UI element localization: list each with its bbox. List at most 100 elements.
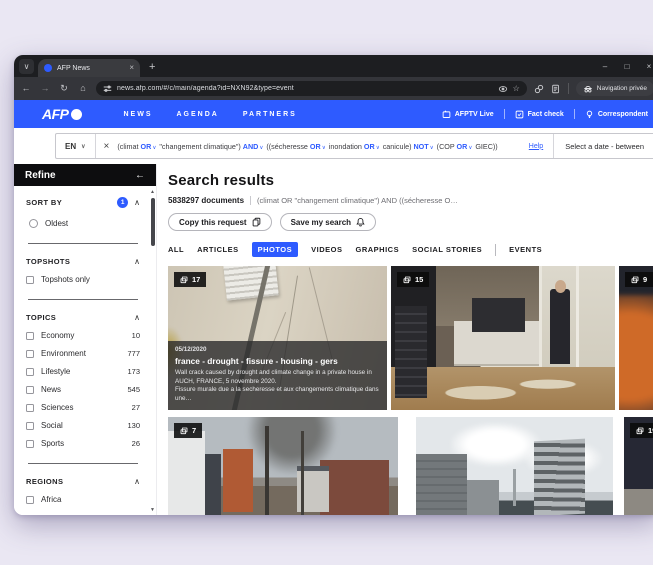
afp-logo[interactable]: AFP [42,106,82,122]
filter-topic-news[interactable]: News 545 [26,385,140,394]
checkbox-icon[interactable] [26,332,34,340]
filter-topshots-only[interactable]: Topshots only [26,275,140,284]
tab-all[interactable]: ALL [168,245,184,254]
photo-decoration [534,439,585,515]
chevron-up-icon[interactable]: ∧ [134,198,140,207]
save-search-button[interactable]: Save my search [280,213,377,231]
forward-icon[interactable]: → [39,84,51,93]
tab-graphics[interactable]: GRAPHICS [355,245,399,254]
filter-topic-economy[interactable]: Economy 10 [26,331,140,340]
radio-icon[interactable] [29,219,38,228]
photo-decoration [637,512,653,515]
nav-item-agenda[interactable]: AGENDA [177,111,219,118]
section-topshots[interactable]: TOPSHOTS ∧ [26,257,140,266]
scroll-up-icon[interactable]: ▲ [150,190,155,195]
help-link[interactable]: Help [519,143,553,150]
filter-topic-sciences[interactable]: Sciences 27 [26,403,140,412]
maximize-button[interactable]: □ [616,55,638,77]
nav-item-partners[interactable]: PARTNERS [243,111,297,118]
query-text: canicule) [381,142,414,151]
scrollbar-thumb[interactable] [151,198,155,246]
scroll-down-icon[interactable]: ▼ [150,508,155,513]
tab-events[interactable]: EVENTS [509,245,542,254]
query-operator[interactable]: OR [364,142,375,151]
photo-card-person-orange[interactable]: 9 [619,266,653,410]
chevron-up-icon[interactable]: ∧ [134,313,140,322]
fact-check-link[interactable]: Fact check [505,110,574,119]
actions-row: Copy this request Save my search [168,213,653,231]
checkbox-icon[interactable] [26,276,34,284]
refine-body: SORT BY 1 ∧ Oldest TOPSHOTS ∧ Topshots o… [14,186,156,515]
afptv-live-link[interactable]: AFPTV Live [432,110,504,119]
checkbox-icon[interactable] [26,496,34,504]
photo-count-badge: 15 [397,272,429,287]
minimize-button[interactable]: – [594,55,616,77]
photo-card-flooded-workshop[interactable]: 15 [391,266,615,410]
chevron-up-icon[interactable]: ∧ [134,257,140,266]
query-operator[interactable]: OR [310,142,321,151]
section-sort-by[interactable]: SORT BY 1 ∧ [26,197,140,208]
clear-search-icon[interactable]: × [96,141,118,152]
filter-region-africa[interactable]: Africa [26,495,140,504]
chevron-down-icon: ∨ [376,145,380,151]
tab-videos[interactable]: VIDEOS [311,245,342,254]
new-tab-button[interactable]: + [149,62,155,73]
date-filter[interactable]: Select a date - between [553,134,653,158]
afp-favicon [44,64,52,72]
checkbox-icon[interactable] [26,368,34,376]
tab-close-icon[interactable]: × [129,64,134,72]
checkbox-icon[interactable] [26,350,34,358]
filter-topic-lifestyle[interactable]: Lifestyle 173 [26,367,140,376]
section-regions[interactable]: REGIONS ∧ [26,477,140,486]
filter-topic-environment[interactable]: Environment 777 [26,349,140,358]
translate-extension-icon[interactable] [551,84,561,94]
tab-social-stories[interactable]: SOCIAL STORIES [412,245,482,254]
sidebar-scrollbar[interactable]: ▲ ▼ [150,190,155,513]
tabs-separator [495,244,496,256]
chevron-up-icon[interactable]: ∧ [134,477,140,486]
query-operator[interactable]: OR [457,142,468,151]
photo-card-flooded-street[interactable]: 7 [168,417,398,515]
back-icon[interactable]: ← [20,84,32,93]
search-row: EN ∨ × (climat OR∨ "changement climatiqu… [14,128,653,164]
sidebar-divider [28,463,138,464]
link-extension-icon[interactable] [534,84,544,94]
close-window-button[interactable]: × [638,55,653,77]
query-operator[interactable]: AND [243,142,259,151]
photo-grid: 17 05/12/2020 france - drought - fissure… [168,266,653,515]
filter-topic-sports[interactable]: Sports 26 [26,439,140,448]
query-operator[interactable]: NOT [413,142,428,151]
language-selector[interactable]: EN ∨ [56,134,96,158]
photo-decoration [550,289,570,364]
checkbox-icon[interactable] [26,440,34,448]
tab-photos[interactable]: PHOTOS [252,242,299,257]
address-bar[interactable]: news.afp.com/#/c/main/agenda?id=NXN92&ty… [96,81,527,96]
checkbox-icon[interactable] [26,386,34,394]
chevron-down-icon: ∨ [152,145,156,151]
tab-articles[interactable]: ARTICLES [197,245,239,254]
bookmark-star-icon[interactable]: ☆ [513,84,520,93]
section-topics[interactable]: TOPICS ∧ [26,313,140,322]
query-operator[interactable]: OR [141,142,152,151]
nav-item-news[interactable]: NEWS [124,111,153,118]
sort-option-oldest[interactable]: Oldest [29,219,140,228]
reload-icon[interactable]: ↻ [58,84,70,93]
browser-tab[interactable]: AFP News × [38,59,140,77]
checkbox-icon[interactable] [26,404,34,412]
chevron-down-icon: ∨ [259,145,263,151]
afp-logo-text: AFP [42,106,69,122]
fact-check-icon [515,110,524,119]
photo-card-canal-buildings[interactable] [416,417,613,515]
copy-request-button[interactable]: Copy this request [168,213,272,231]
tab-search-button[interactable]: ∨ [19,59,34,74]
photo-card-legs-rocks[interactable]: 19 [624,417,653,515]
filter-topic-social[interactable]: Social 130 [26,421,140,430]
home-icon[interactable]: ⌂ [77,84,89,93]
password-eye-icon[interactable] [498,85,508,93]
search-query-input[interactable]: (climat OR∨ "changement climatique") AND… [117,142,518,151]
correspondent-link[interactable]: Correspondent [575,110,653,119]
site-settings-icon[interactable] [103,84,112,93]
collapse-sidebar-icon[interactable]: ← [135,170,145,181]
photo-card-wall-crack[interactable]: 17 05/12/2020 france - drought - fissure… [168,266,387,410]
checkbox-icon[interactable] [26,422,34,430]
